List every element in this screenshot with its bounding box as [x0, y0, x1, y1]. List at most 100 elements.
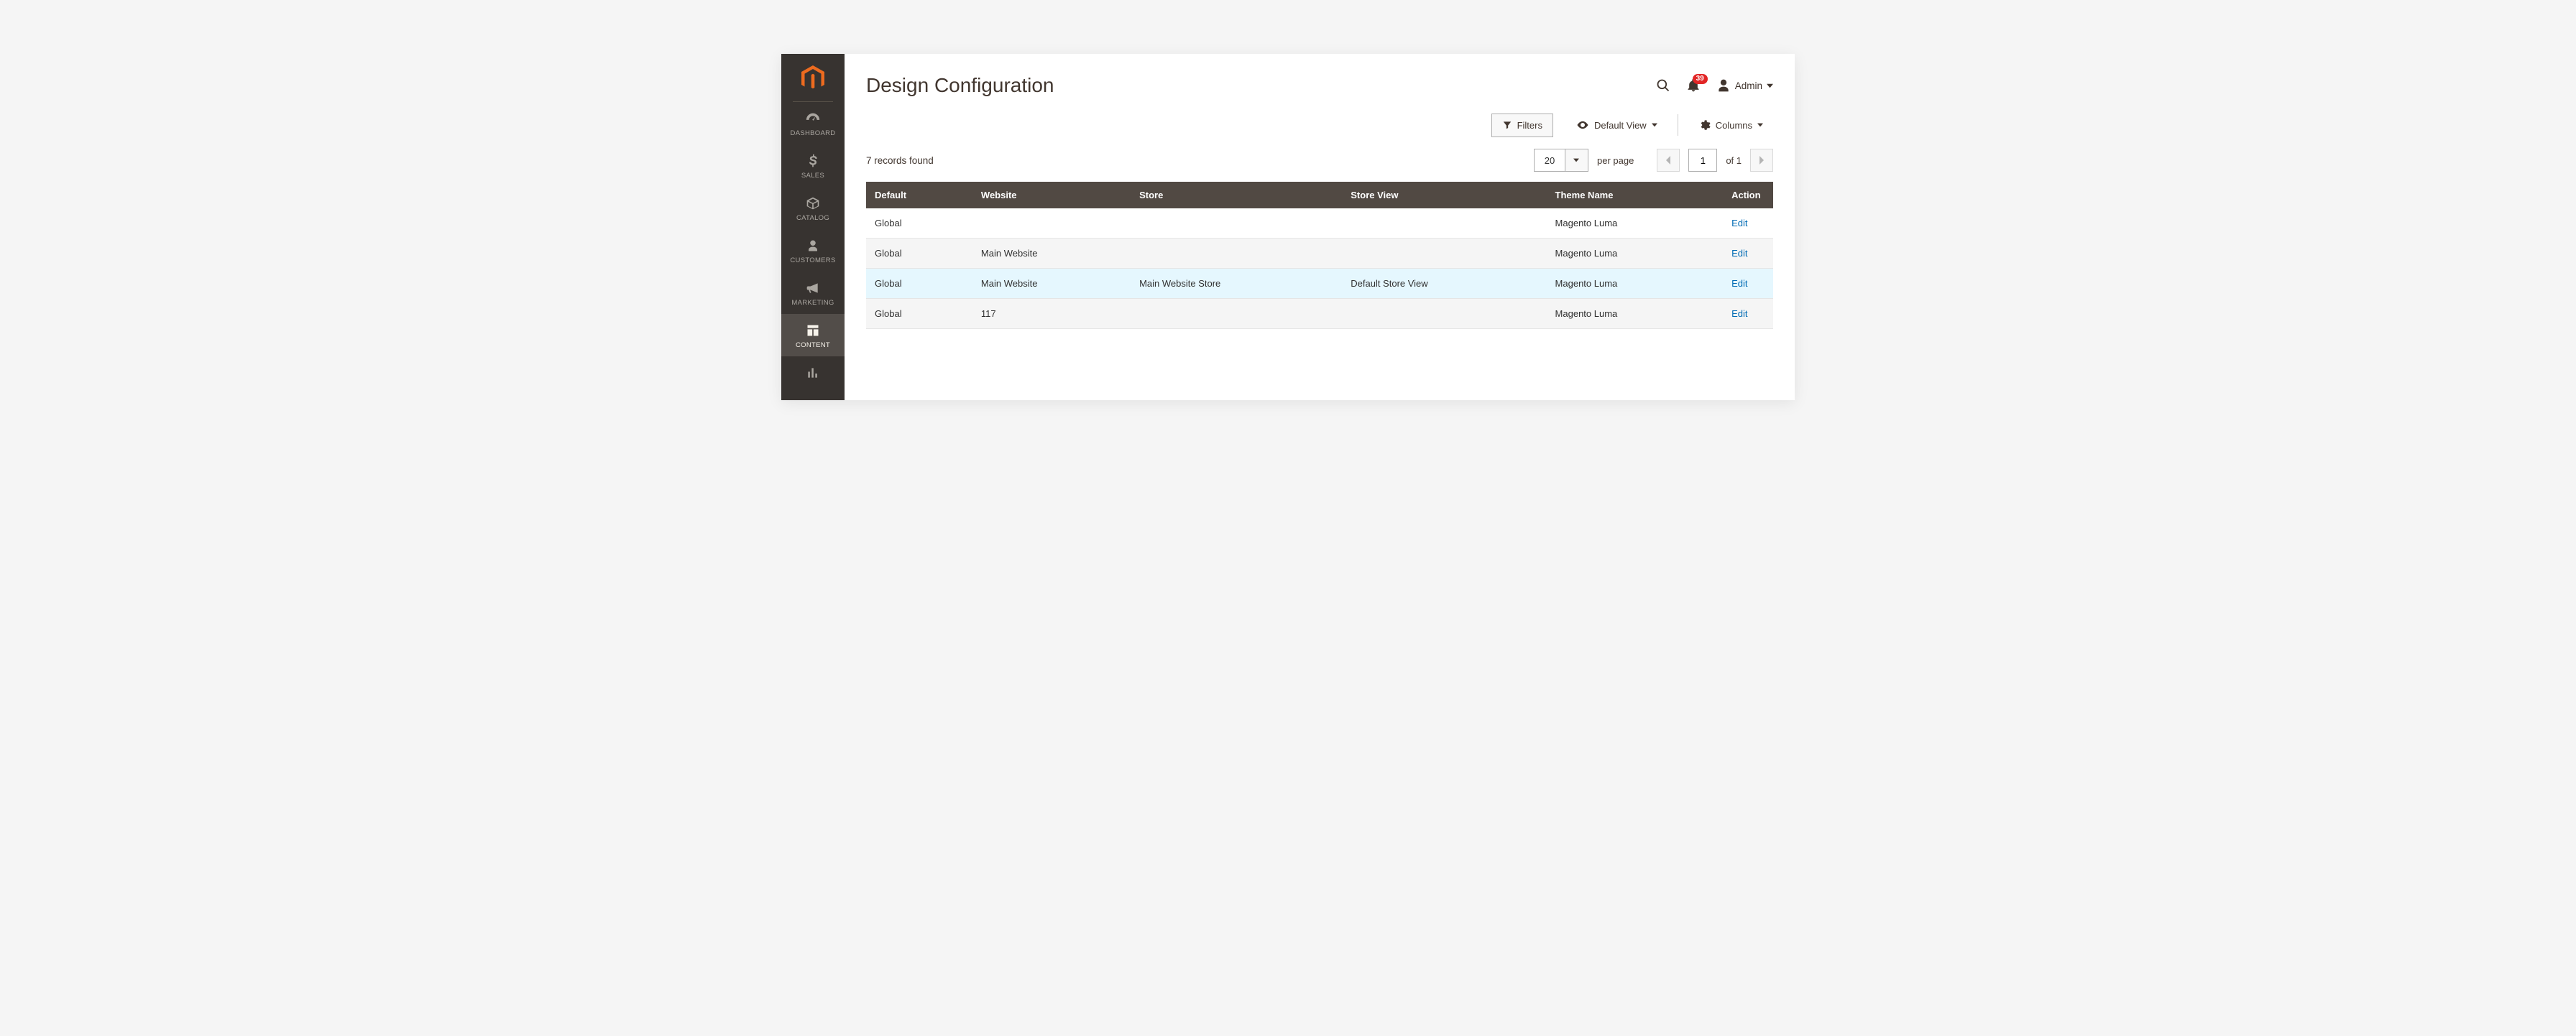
cell-theme: Magento Luma: [1547, 208, 1724, 239]
admin-label: Admin: [1735, 80, 1762, 91]
cell-store_view: [1342, 239, 1546, 269]
sidebar-item-marketing[interactable]: MARKETING: [781, 272, 845, 314]
cell-default: Global: [866, 299, 972, 329]
sidebar-item-label: CUSTOMERS: [790, 256, 835, 264]
caret-down-icon: [1652, 122, 1657, 128]
col-header-website[interactable]: Website: [972, 182, 1131, 208]
cell-website: 117: [972, 299, 1131, 329]
cell-store: Main Website Store: [1131, 269, 1342, 299]
sidebar-item-label: CONTENT: [796, 341, 830, 349]
col-header-storeview[interactable]: Store View: [1342, 182, 1546, 208]
chevron-right-icon: [1759, 156, 1765, 165]
search-button[interactable]: [1656, 78, 1670, 93]
cell-theme: Magento Luma: [1547, 239, 1724, 269]
cell-theme: Magento Luma: [1547, 269, 1724, 299]
sidebar-item-label: DASHBOARD: [791, 129, 836, 137]
eye-icon: [1576, 119, 1589, 131]
person-icon: [806, 238, 819, 254]
cell-website: [972, 208, 1131, 239]
of-label: of 1: [1726, 155, 1742, 166]
table-row[interactable]: Global Magento Luma Edit: [866, 208, 1773, 239]
funnel-icon: [1502, 120, 1512, 130]
notifications-button[interactable]: 39: [1686, 78, 1701, 93]
cell-action: Edit: [1723, 239, 1773, 269]
prev-page-button[interactable]: [1657, 149, 1680, 172]
box-icon: [806, 195, 820, 211]
cell-default: Global: [866, 239, 972, 269]
cell-action: Edit: [1723, 269, 1773, 299]
table-header-row: Default Website Store Store View Theme N…: [866, 182, 1773, 208]
cell-store_view: Default Store View: [1342, 269, 1546, 299]
page-size-dropdown[interactable]: [1565, 149, 1588, 172]
sidebar: DASHBOARD SALES CATALOG CUSTOMERS MARKET: [781, 54, 845, 400]
cell-store: [1131, 239, 1342, 269]
sidebar-item-label: CATALOG: [796, 214, 829, 222]
cell-action: Edit: [1723, 299, 1773, 329]
page-title: Design Configuration: [866, 74, 1054, 97]
table-row[interactable]: Global117 Magento Luma Edit: [866, 299, 1773, 329]
records-found: 7 records found: [866, 155, 934, 166]
header-actions: 39 Admin: [1656, 78, 1773, 93]
col-header-theme[interactable]: Theme Name: [1547, 182, 1724, 208]
cell-store_view: [1342, 299, 1546, 329]
search-icon: [1656, 78, 1670, 93]
edit-link[interactable]: Edit: [1731, 308, 1747, 319]
cell-website: Main Website: [972, 239, 1131, 269]
cell-default: Global: [866, 269, 972, 299]
chevron-left-icon: [1665, 156, 1671, 165]
filters-button[interactable]: Filters: [1491, 114, 1553, 137]
sidebar-item-label: SALES: [801, 172, 824, 180]
cell-theme: Magento Luma: [1547, 299, 1724, 329]
notification-badge: 39: [1693, 74, 1708, 84]
default-view-label: Default View: [1594, 120, 1647, 131]
sidebar-item-content[interactable]: CONTENT: [781, 314, 845, 356]
col-header-default[interactable]: Default: [866, 182, 972, 208]
pager: 7 records found per page of 1: [845, 146, 1795, 182]
edit-link[interactable]: Edit: [1731, 218, 1747, 228]
megaphone-icon: [806, 280, 820, 296]
dollar-icon: [806, 153, 820, 169]
per-page-label: per page: [1597, 155, 1634, 166]
cell-store: [1131, 299, 1342, 329]
sidebar-item-reports[interactable]: [781, 356, 845, 384]
user-icon: [1716, 78, 1731, 93]
edit-link[interactable]: Edit: [1731, 278, 1747, 289]
main-content: Design Configuration 39 Admin Fil: [845, 54, 1795, 400]
bar-chart-icon: [806, 365, 820, 381]
default-view-button[interactable]: Default View: [1566, 113, 1668, 137]
sidebar-item-label: MARKETING: [791, 299, 834, 307]
col-header-action: Action: [1723, 182, 1773, 208]
sidebar-item-sales[interactable]: SALES: [781, 144, 845, 187]
app-frame: DASHBOARD SALES CATALOG CUSTOMERS MARKET: [781, 54, 1795, 400]
next-page-button[interactable]: [1750, 149, 1773, 172]
page-number-input[interactable]: [1688, 149, 1717, 172]
header: Design Configuration 39 Admin: [845, 54, 1795, 110]
sidebar-item-catalog[interactable]: CATALOG: [781, 187, 845, 229]
design-config-table: Default Website Store Store View Theme N…: [866, 182, 1773, 329]
pager-controls: per page of 1: [1534, 149, 1773, 172]
sidebar-item-dashboard[interactable]: DASHBOARD: [781, 102, 845, 144]
columns-label: Columns: [1716, 120, 1752, 131]
sidebar-item-customers[interactable]: CUSTOMERS: [781, 229, 845, 272]
page-size-input[interactable]: [1534, 149, 1565, 172]
table-row[interactable]: GlobalMain Website Magento Luma Edit: [866, 239, 1773, 269]
admin-menu[interactable]: Admin: [1716, 78, 1773, 93]
cell-action: Edit: [1723, 208, 1773, 239]
col-header-store[interactable]: Store: [1131, 182, 1342, 208]
caret-down-icon: [1757, 122, 1763, 128]
table-row[interactable]: GlobalMain WebsiteMain Website StoreDefa…: [866, 269, 1773, 299]
gauge-icon: [805, 111, 821, 126]
toolbar: Filters Default View Columns: [845, 110, 1795, 146]
cell-website: Main Website: [972, 269, 1131, 299]
caret-down-icon: [1767, 83, 1773, 89]
magento-logo[interactable]: [801, 54, 824, 101]
cell-default: Global: [866, 208, 972, 239]
edit-link[interactable]: Edit: [1731, 248, 1747, 259]
cell-store_view: [1342, 208, 1546, 239]
gear-icon: [1698, 119, 1711, 131]
columns-button[interactable]: Columns: [1688, 114, 1773, 137]
cell-store: [1131, 208, 1342, 239]
layout-icon: [806, 323, 820, 338]
caret-down-icon: [1573, 157, 1579, 163]
filters-label: Filters: [1517, 120, 1542, 131]
